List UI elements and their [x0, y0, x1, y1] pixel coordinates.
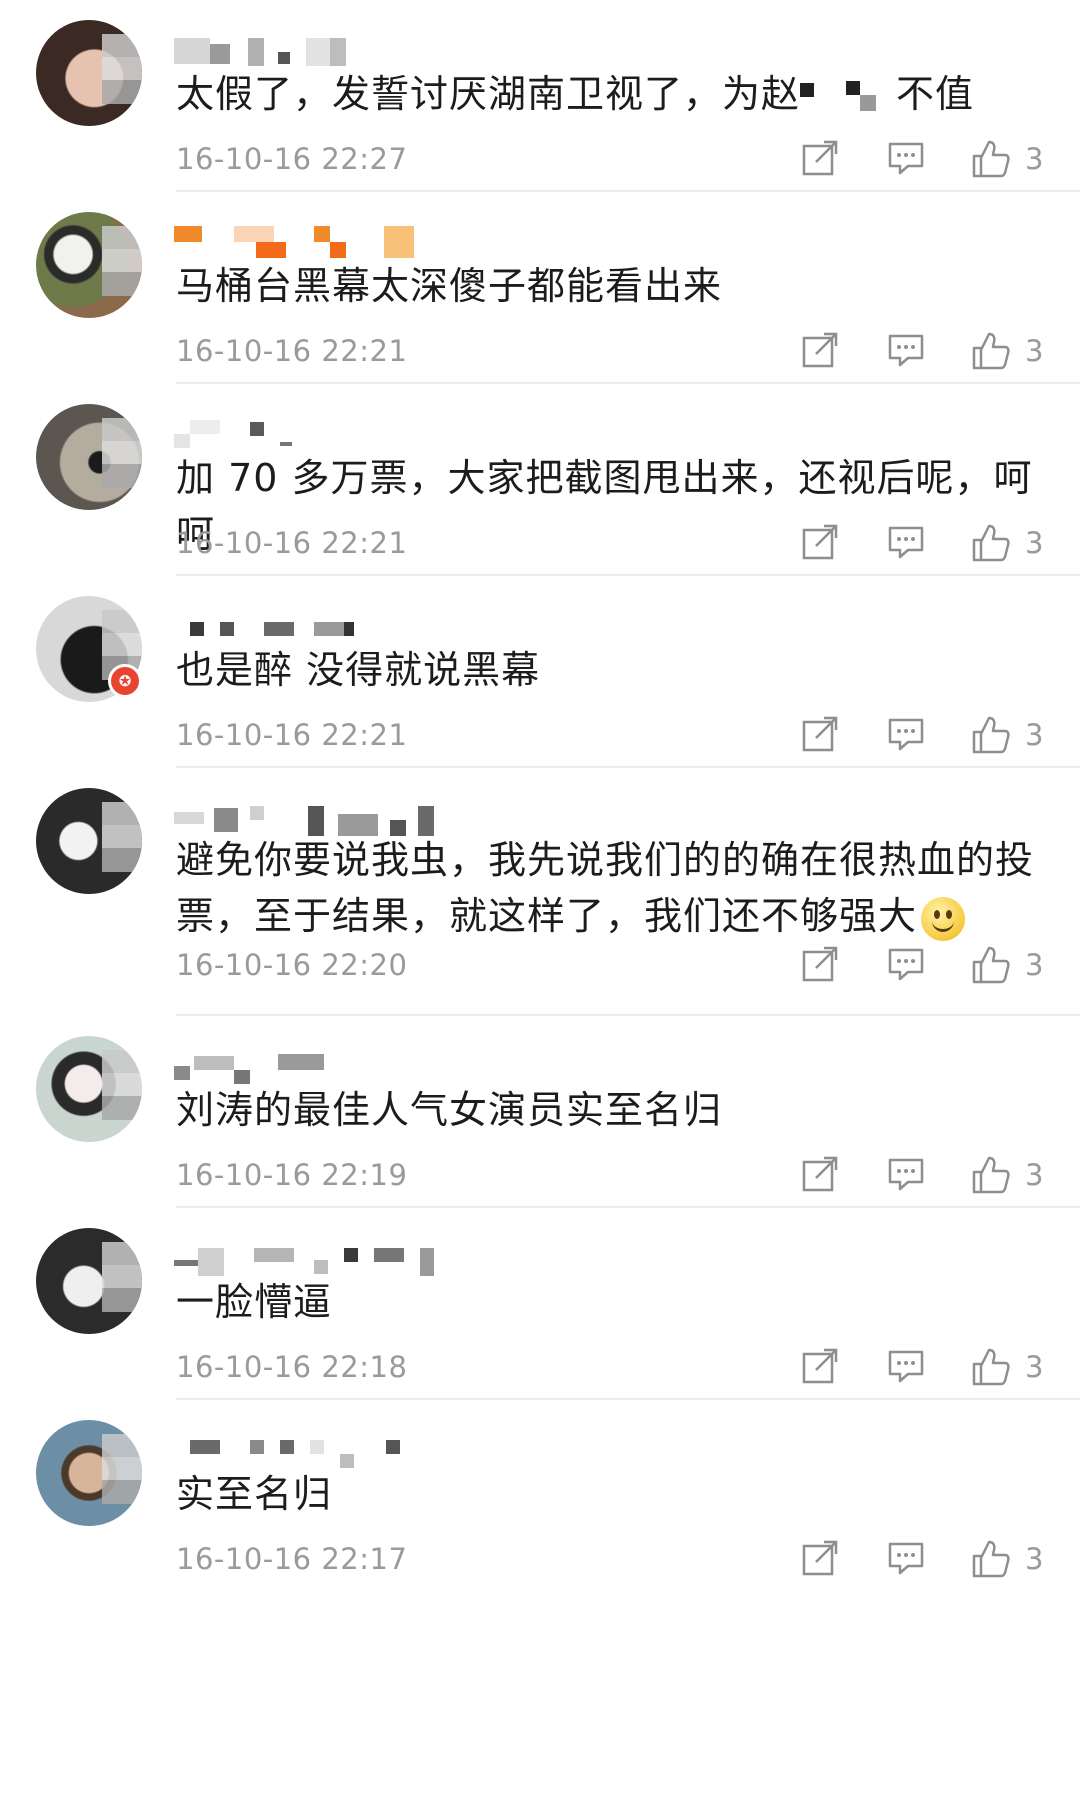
comment-actions: 3: [790, 1538, 1050, 1588]
share-icon[interactable]: [800, 944, 840, 984]
comment-item: 太假了，发誓讨厌湖南卫视了，为赵 不值 16-10-16 22:27 3: [0, 20, 1080, 192]
divider: [176, 1398, 1080, 1400]
comment-item: 加 70 多万票，大家把截图甩出来，还视后呢，呵呵 16-10-16 22:21…: [0, 404, 1080, 576]
username-redacted[interactable]: [174, 224, 534, 258]
comment-icon[interactable]: [886, 138, 926, 178]
share-icon[interactable]: [800, 1538, 840, 1578]
username-redacted[interactable]: [174, 800, 534, 836]
username-redacted[interactable]: [174, 1048, 534, 1084]
thumbs-up-icon[interactable]: [970, 944, 1012, 986]
comment-timestamp: 16-10-16 22:21: [176, 718, 408, 752]
comment-actions: 3: [790, 944, 1050, 994]
username-redacted[interactable]: [174, 1240, 534, 1276]
comment-item: 一脸懵逼 16-10-16 22:18 3: [0, 1228, 1080, 1400]
comment-timestamp: 16-10-16 22:20: [176, 948, 408, 982]
comment-timestamp: 16-10-16 22:21: [176, 334, 408, 368]
avatar[interactable]: [36, 212, 142, 318]
comment-timestamp: 16-10-16 22:21: [176, 526, 408, 560]
comment-text: 马桶台黑幕太深傻子都能看出来: [176, 264, 723, 308]
avatar[interactable]: [36, 20, 142, 126]
comment-text: 一脸懵逼: [176, 1280, 333, 1324]
comment-timestamp: 16-10-16 22:27: [176, 142, 408, 176]
comment-item: ✪ 也是醉 没得就说黑幕 16-10-16 22:21 3: [0, 596, 1080, 768]
like-count: 3: [1025, 1542, 1044, 1576]
username-redacted[interactable]: [174, 32, 534, 66]
share-icon[interactable]: [800, 138, 840, 178]
smile-emoji: [921, 896, 966, 941]
thumbs-up-icon[interactable]: [970, 714, 1012, 756]
like-count: 3: [1025, 142, 1044, 176]
username-redacted[interactable]: [174, 608, 534, 642]
comment-text: 实至名归: [176, 1472, 333, 1516]
thumbs-up-icon[interactable]: [970, 1346, 1012, 1388]
divider: [176, 382, 1080, 384]
thumbs-up-icon[interactable]: [970, 522, 1012, 564]
share-icon[interactable]: [800, 1154, 840, 1194]
username-redacted[interactable]: [174, 416, 534, 450]
avatar[interactable]: [36, 1228, 142, 1334]
share-icon[interactable]: [800, 330, 840, 370]
divider: [176, 574, 1080, 576]
verified-badge: ✪: [108, 664, 142, 698]
like-count: 3: [1025, 1158, 1044, 1192]
comment-item: 刘涛的最佳人气女演员实至名归 16-10-16 22:19 3: [0, 1036, 1080, 1208]
comment-actions: 3: [790, 714, 1050, 764]
like-count: 3: [1025, 718, 1044, 752]
comment-icon[interactable]: [886, 1538, 926, 1578]
avatar[interactable]: [36, 788, 142, 894]
comment-text-tail: 不值: [896, 72, 975, 116]
comment-text-main: 太假了，发誓讨厌湖南卫视了，为赵: [176, 72, 801, 116]
comment-icon[interactable]: [886, 522, 926, 562]
redacted-text: [800, 79, 896, 115]
comment-icon[interactable]: [886, 1346, 926, 1386]
like-count: 3: [1025, 948, 1044, 982]
share-icon[interactable]: [800, 714, 840, 754]
comment-text: 避免你要说我虫，我先说我们的的确在很热血的投票，至于结果，就这样了，我们还不够强…: [176, 832, 1046, 944]
thumbs-up-icon[interactable]: [970, 138, 1012, 180]
comment-text: 太假了，发誓讨厌湖南卫视了，为赵 不值: [176, 66, 1046, 122]
comment-icon[interactable]: [886, 714, 926, 754]
comment-actions: 3: [790, 1154, 1050, 1204]
like-count: 3: [1025, 334, 1044, 368]
comment-feed: 太假了，发誓讨厌湖南卫视了，为赵 不值 16-10-16 22:27 3 马桶台黑…: [0, 0, 1080, 1814]
avatar[interactable]: [36, 404, 142, 510]
divider: [176, 766, 1080, 768]
divider: [176, 1014, 1080, 1016]
comment-text: 也是醉 没得就说黑幕: [176, 648, 541, 692]
divider: [176, 190, 1080, 192]
comment-icon[interactable]: [886, 330, 926, 370]
divider: [176, 1206, 1080, 1208]
comment-item: 避免你要说我虫，我先说我们的的确在很热血的投票，至于结果，就这样了，我们还不够强…: [0, 788, 1080, 1016]
share-icon[interactable]: [800, 522, 840, 562]
comment-actions: 3: [790, 138, 1050, 188]
thumbs-up-icon[interactable]: [970, 330, 1012, 372]
like-count: 3: [1025, 1350, 1044, 1384]
share-icon[interactable]: [800, 1346, 840, 1386]
avatar[interactable]: [36, 1036, 142, 1142]
like-count: 3: [1025, 526, 1044, 560]
avatar[interactable]: [36, 1420, 142, 1526]
comment-text: 刘涛的最佳人气女演员实至名归: [176, 1088, 723, 1132]
comment-actions: 3: [790, 1346, 1050, 1396]
username-redacted[interactable]: [174, 1432, 534, 1468]
comment-icon[interactable]: [886, 1154, 926, 1194]
thumbs-up-icon[interactable]: [970, 1538, 1012, 1580]
comment-item: 马桶台黑幕太深傻子都能看出来 16-10-16 22:21 3: [0, 212, 1080, 384]
comment-item: 实至名归 16-10-16 22:17 3: [0, 1420, 1080, 1592]
comment-actions: 3: [790, 522, 1050, 572]
comment-timestamp: 16-10-16 22:18: [176, 1350, 408, 1384]
thumbs-up-icon[interactable]: [970, 1154, 1012, 1196]
comment-timestamp: 16-10-16 22:17: [176, 1542, 408, 1576]
bottom-fade: [0, 1758, 1080, 1814]
comment-text-main: 避免你要说我虫，我先说我们的的确在很热血的投票，至于结果，就这样了，我们还不够强…: [176, 838, 1035, 938]
comment-icon[interactable]: [886, 944, 926, 984]
comment-timestamp: 16-10-16 22:19: [176, 1158, 408, 1192]
comment-actions: 3: [790, 330, 1050, 380]
